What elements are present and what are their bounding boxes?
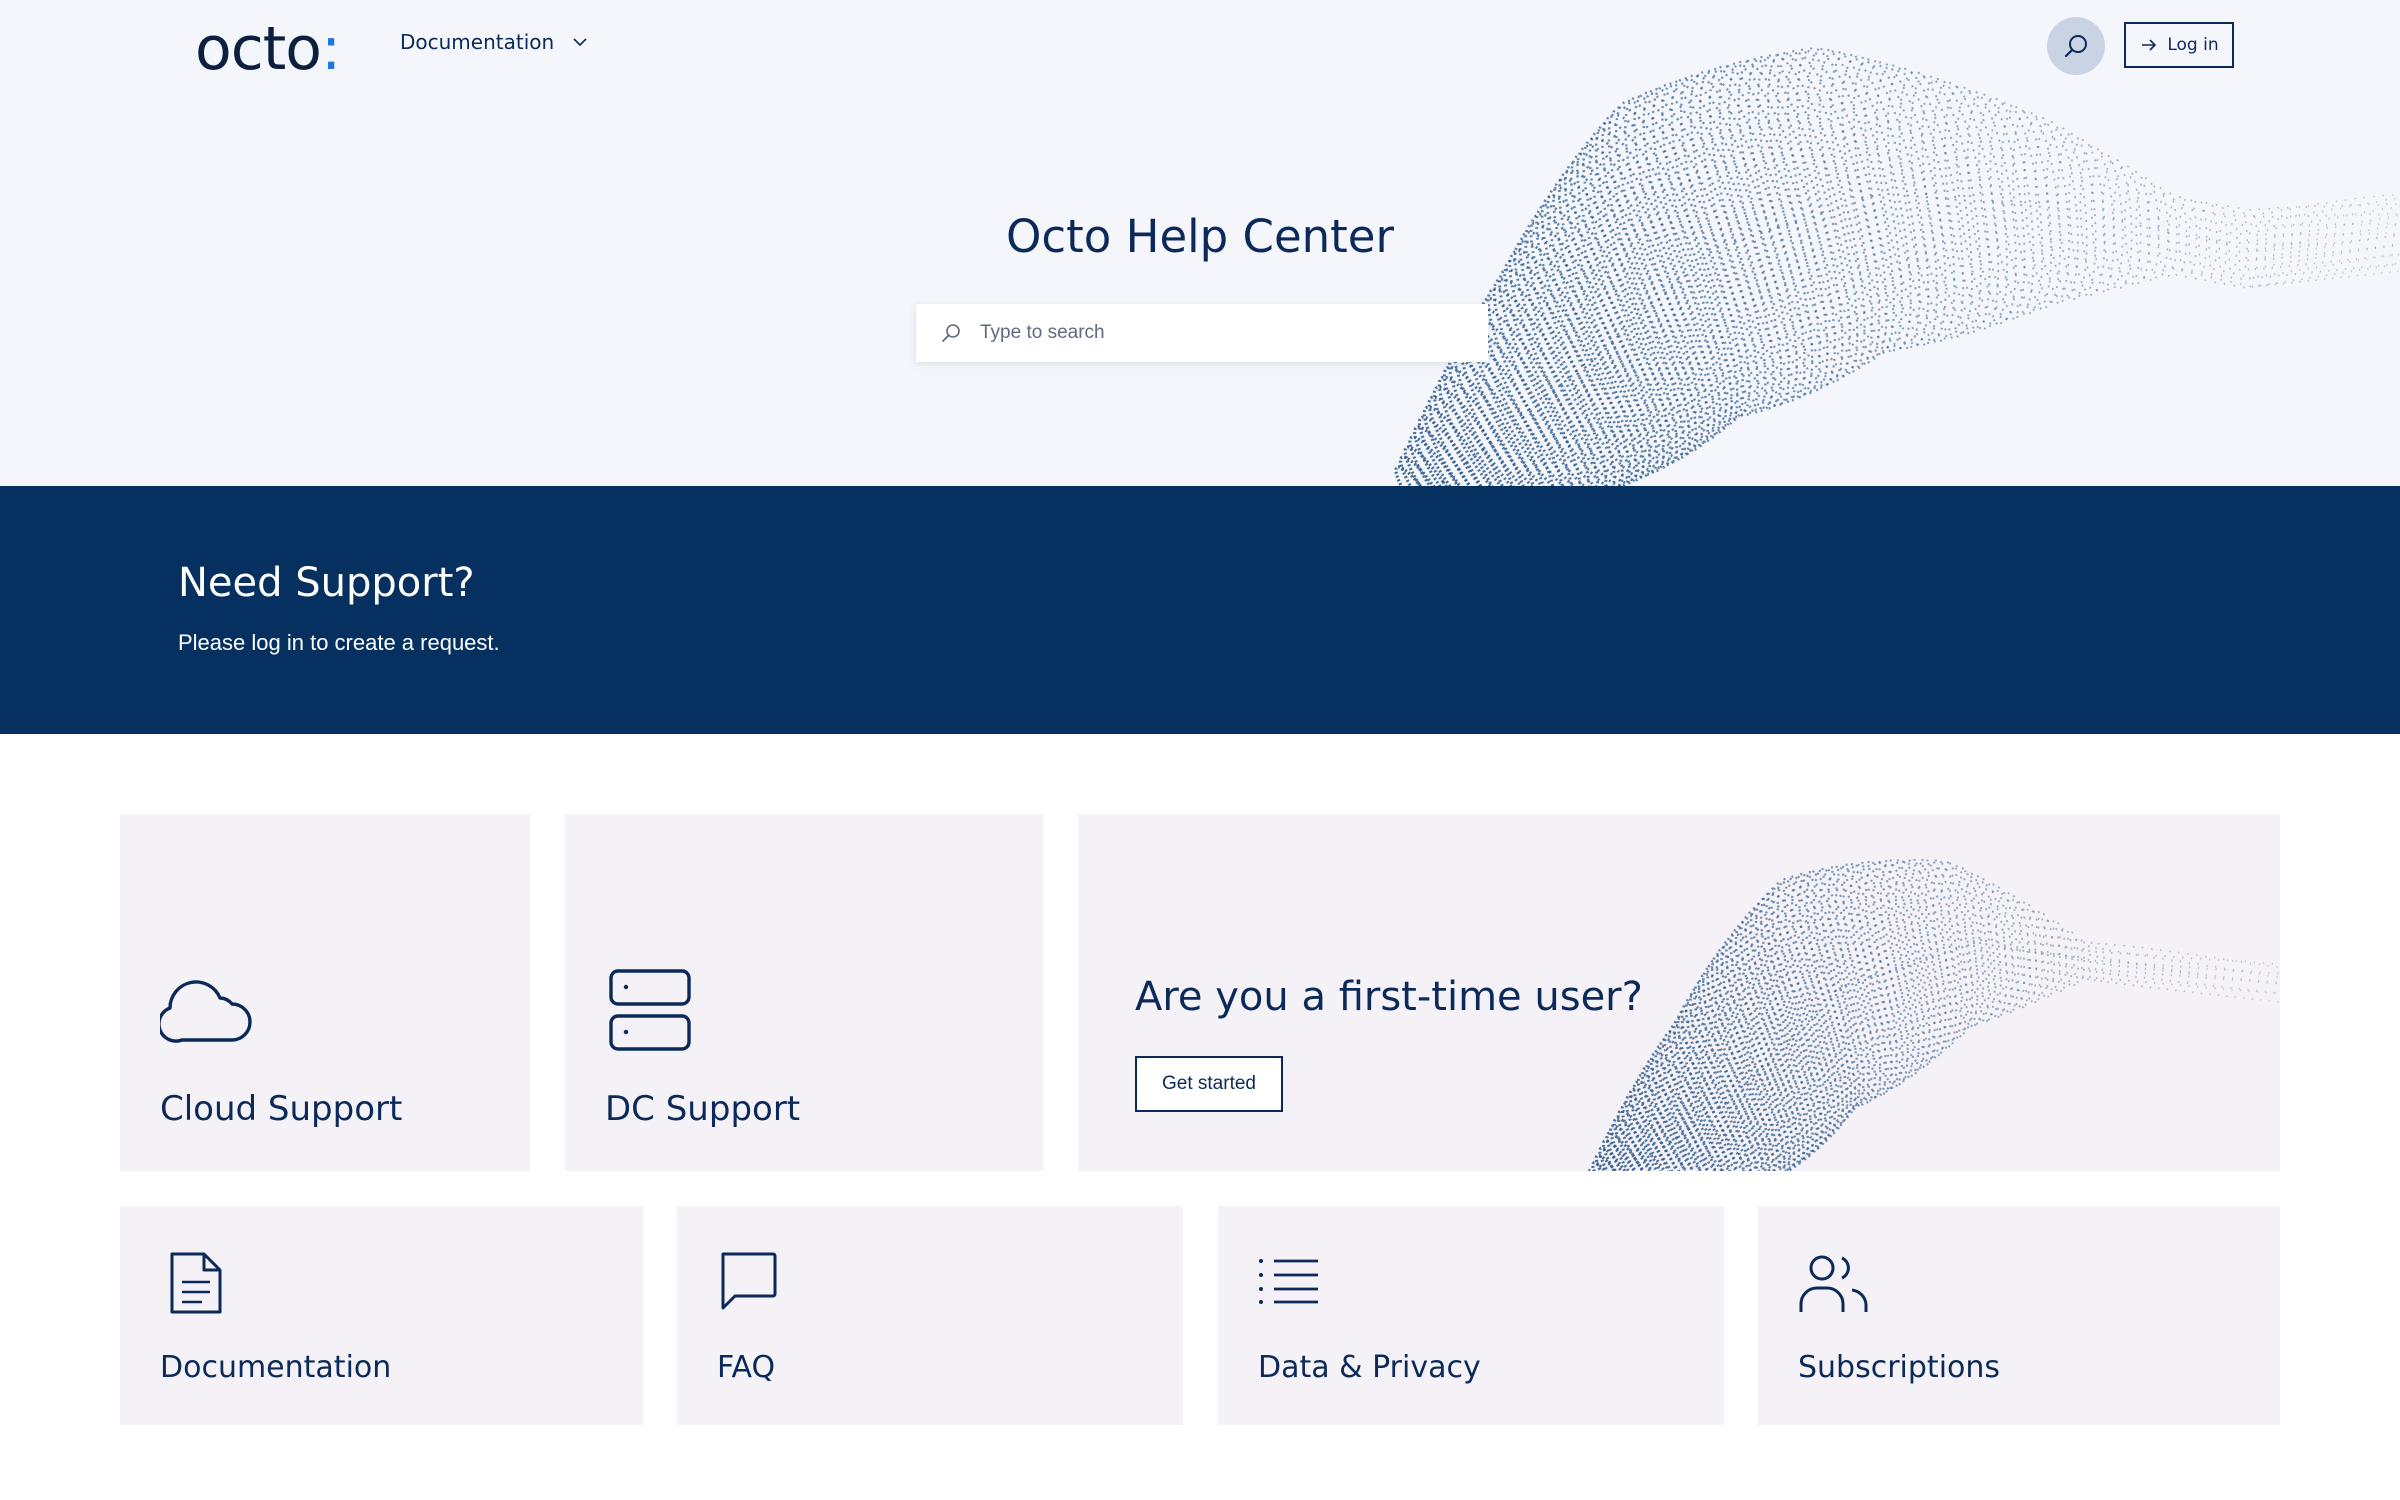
nav-documentation-label: Documentation: [400, 30, 555, 54]
card-data-privacy[interactable]: Data & Privacy: [1218, 1206, 1724, 1425]
hero-section: octo: Documentation Log in Octo Help Cen…: [0, 0, 2400, 486]
card-label: Cloud Support: [160, 1089, 403, 1129]
cloud-icon: [160, 980, 252, 1043]
search-icon: [2064, 35, 2087, 58]
header-search-button[interactable]: [2047, 17, 2105, 75]
card-faq[interactable]: FAQ: [677, 1206, 1183, 1425]
users-icon: [1799, 1255, 1868, 1312]
search-input[interactable]: [980, 322, 1460, 344]
card-documentation[interactable]: Documentation: [120, 1206, 643, 1425]
chat-bubble-icon: [721, 1252, 777, 1310]
document-icon: [170, 1252, 222, 1314]
login-label: Log in: [2167, 35, 2219, 55]
get-started-button[interactable]: Get started: [1135, 1056, 1283, 1112]
card-cloud-support[interactable]: Cloud Support: [120, 814, 530, 1171]
octo-logo[interactable]: octo:: [195, 14, 341, 84]
card-subscriptions[interactable]: Subscriptions: [1758, 1206, 2280, 1425]
card-first-time-user: Are you a first-time user? Get started: [1078, 814, 2280, 1171]
support-banner: Need Support? Please log in to create a …: [0, 486, 2400, 734]
card-label: DC Support: [605, 1089, 801, 1129]
support-title: Need Support?: [178, 560, 475, 606]
support-subtitle: Please log in to create a request.: [178, 630, 500, 655]
card-label: Subscriptions: [1798, 1350, 2001, 1385]
chevron-down-icon: [573, 38, 587, 47]
arrow-right-icon: [2142, 39, 2157, 51]
login-button[interactable]: Log in: [2124, 22, 2234, 68]
list-icon: [1259, 1259, 1318, 1304]
card-label: Documentation: [160, 1350, 392, 1385]
page-title: Octo Help Center: [1006, 210, 1394, 263]
search-icon: [942, 324, 960, 342]
server-icon: [609, 969, 691, 1051]
card-label: Data & Privacy: [1258, 1350, 1481, 1385]
hero-search-box[interactable]: [916, 304, 1488, 362]
nav-documentation-dropdown[interactable]: Documentation: [400, 30, 588, 54]
card-label: FAQ: [717, 1350, 776, 1385]
first-time-title: Are you a first-time user?: [1135, 974, 1643, 1020]
card-dc-support[interactable]: DC Support: [565, 814, 1043, 1171]
